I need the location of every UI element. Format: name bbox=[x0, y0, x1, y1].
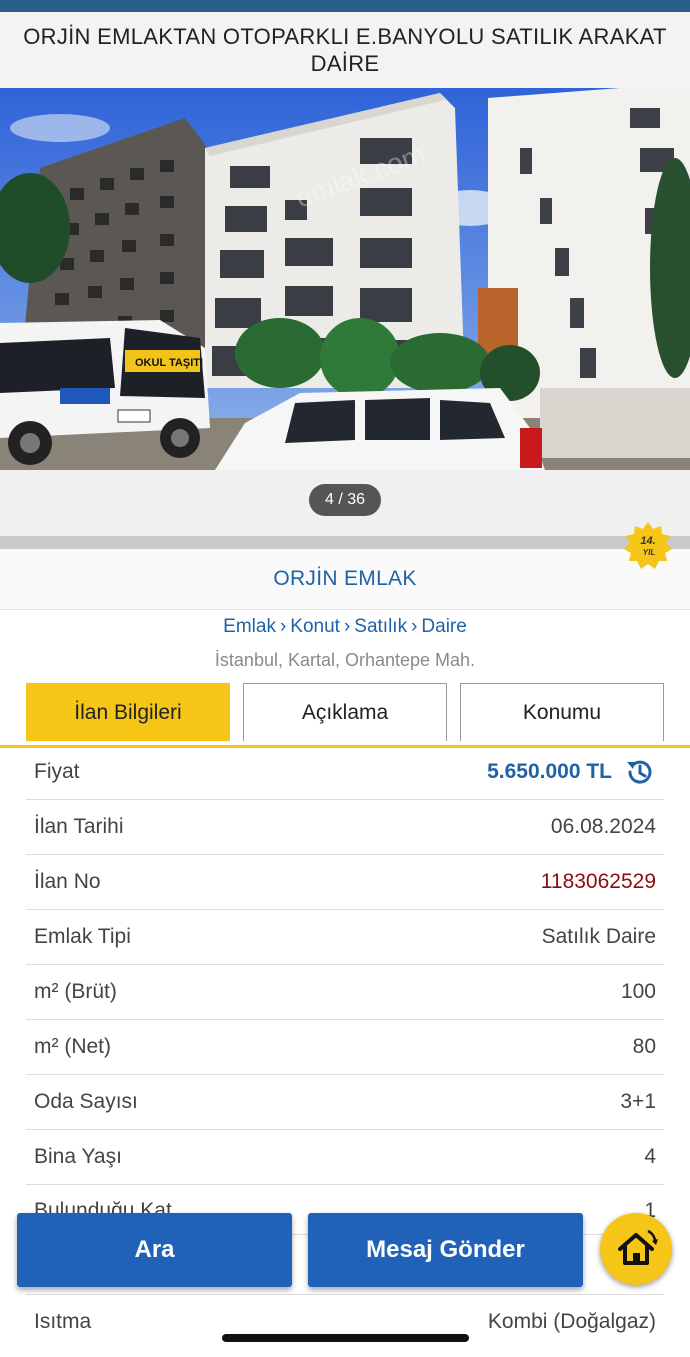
home-button[interactable] bbox=[600, 1213, 672, 1285]
home-icon bbox=[618, 1229, 658, 1265]
detail-row-rooms: Oda Sayısı 3+1 bbox=[26, 1075, 664, 1130]
detail-value: 4 bbox=[644, 1145, 656, 1168]
detail-label: m² (Brüt) bbox=[34, 980, 117, 1003]
breadcrumb-item-emlak[interactable]: Emlak bbox=[223, 616, 276, 637]
okul-tasiti-sign: OKUL TAŞITI bbox=[135, 357, 203, 369]
badge-unit: YIL bbox=[643, 548, 656, 557]
detail-label: Isıtma bbox=[34, 1310, 92, 1333]
breadcrumb: Emlak › Konut › Satılık › Daire bbox=[0, 616, 690, 638]
detail-value: 06.08.2024 bbox=[550, 815, 656, 838]
detail-label: Fiyat bbox=[34, 760, 80, 783]
tab-ilan-bilgileri[interactable]: İlan Bilgileri bbox=[26, 683, 230, 741]
call-button[interactable]: Ara bbox=[17, 1213, 292, 1287]
breadcrumb-item-konut[interactable]: Konut bbox=[290, 616, 340, 637]
detail-label: İlan Tarihi bbox=[34, 815, 124, 838]
tab-aciklama[interactable]: Açıklama bbox=[243, 683, 447, 741]
price-value-group: 5.650.000 TL bbox=[487, 756, 656, 788]
detail-row-date: İlan Tarihi 06.08.2024 bbox=[26, 800, 664, 855]
detail-row-building-age: Bina Yaşı 4 bbox=[26, 1130, 664, 1185]
detail-label: m² (Net) bbox=[34, 1035, 111, 1058]
listing-details-table: Fiyat 5.650.000 TL İlan Tarihi 06.08.202… bbox=[26, 745, 664, 1333]
detail-row-listing-no: İlan No 1183062529 bbox=[26, 855, 664, 910]
office-name[interactable]: ORJİN EMLAK bbox=[273, 567, 416, 591]
detail-value: Kombi (Doğalgaz) bbox=[487, 1310, 656, 1333]
listing-title: ORJİN EMLAKTAN OTOPARKLI E.BANYOLU SATIL… bbox=[23, 24, 667, 76]
years-badge: 14. YIL bbox=[624, 522, 672, 569]
detail-label: Oda Sayısı bbox=[34, 1090, 138, 1113]
tab-konumu[interactable]: Konumu bbox=[460, 683, 664, 741]
breadcrumb-item-satilik[interactable]: Satılık bbox=[354, 616, 407, 637]
top-status-strip bbox=[0, 0, 690, 12]
listing-photo[interactable]: OKUL TAŞITI emlak.com bbox=[0, 88, 690, 470]
detail-row-net-area: m² (Net) 80 bbox=[26, 1020, 664, 1075]
detail-value: Satılık Daire bbox=[541, 925, 656, 948]
detail-value: 100 bbox=[620, 980, 656, 1003]
detail-label: Emlak Tipi bbox=[34, 925, 131, 948]
tab-bar: İlan Bilgileri Açıklama Konumu bbox=[0, 683, 690, 748]
office-name-bar[interactable]: ORJİN EMLAK bbox=[0, 549, 690, 610]
detail-row-gross-area: m² (Brüt) 100 bbox=[26, 965, 664, 1020]
detail-row-price: Fiyat 5.650.000 TL bbox=[26, 745, 664, 800]
badge-years: 14. bbox=[640, 535, 655, 547]
detail-label: Bina Yaşı bbox=[34, 1145, 122, 1168]
detail-value: 1183062529 bbox=[540, 870, 656, 893]
listing-title-bar: ORJİN EMLAKTAN OTOPARKLI E.BANYOLU SATIL… bbox=[0, 12, 690, 88]
listing-location: İstanbul, Kartal, Orhantepe Mah. bbox=[214, 650, 476, 670]
chevron-right-icon: › bbox=[279, 616, 287, 637]
section-divider bbox=[0, 536, 690, 549]
breadcrumb-item-daire[interactable]: Daire bbox=[421, 616, 466, 637]
detail-value: 5.650.000 TL bbox=[487, 760, 612, 783]
send-message-button[interactable]: Mesaj Gönder bbox=[308, 1213, 583, 1287]
detail-label: İlan No bbox=[34, 870, 101, 893]
home-indicator bbox=[222, 1334, 469, 1342]
detail-value: 3+1 bbox=[620, 1090, 656, 1113]
chevron-right-icon: › bbox=[411, 616, 418, 637]
building-photo-image: OKUL TAŞITI emlak.com bbox=[0, 88, 690, 470]
price-history-icon[interactable] bbox=[624, 756, 656, 788]
chevron-right-icon: › bbox=[343, 616, 351, 637]
detail-value: 80 bbox=[632, 1035, 656, 1058]
gallery-counter: 4 / 36 bbox=[309, 484, 381, 516]
detail-row-property-type: Emlak Tipi Satılık Daire bbox=[26, 910, 664, 965]
